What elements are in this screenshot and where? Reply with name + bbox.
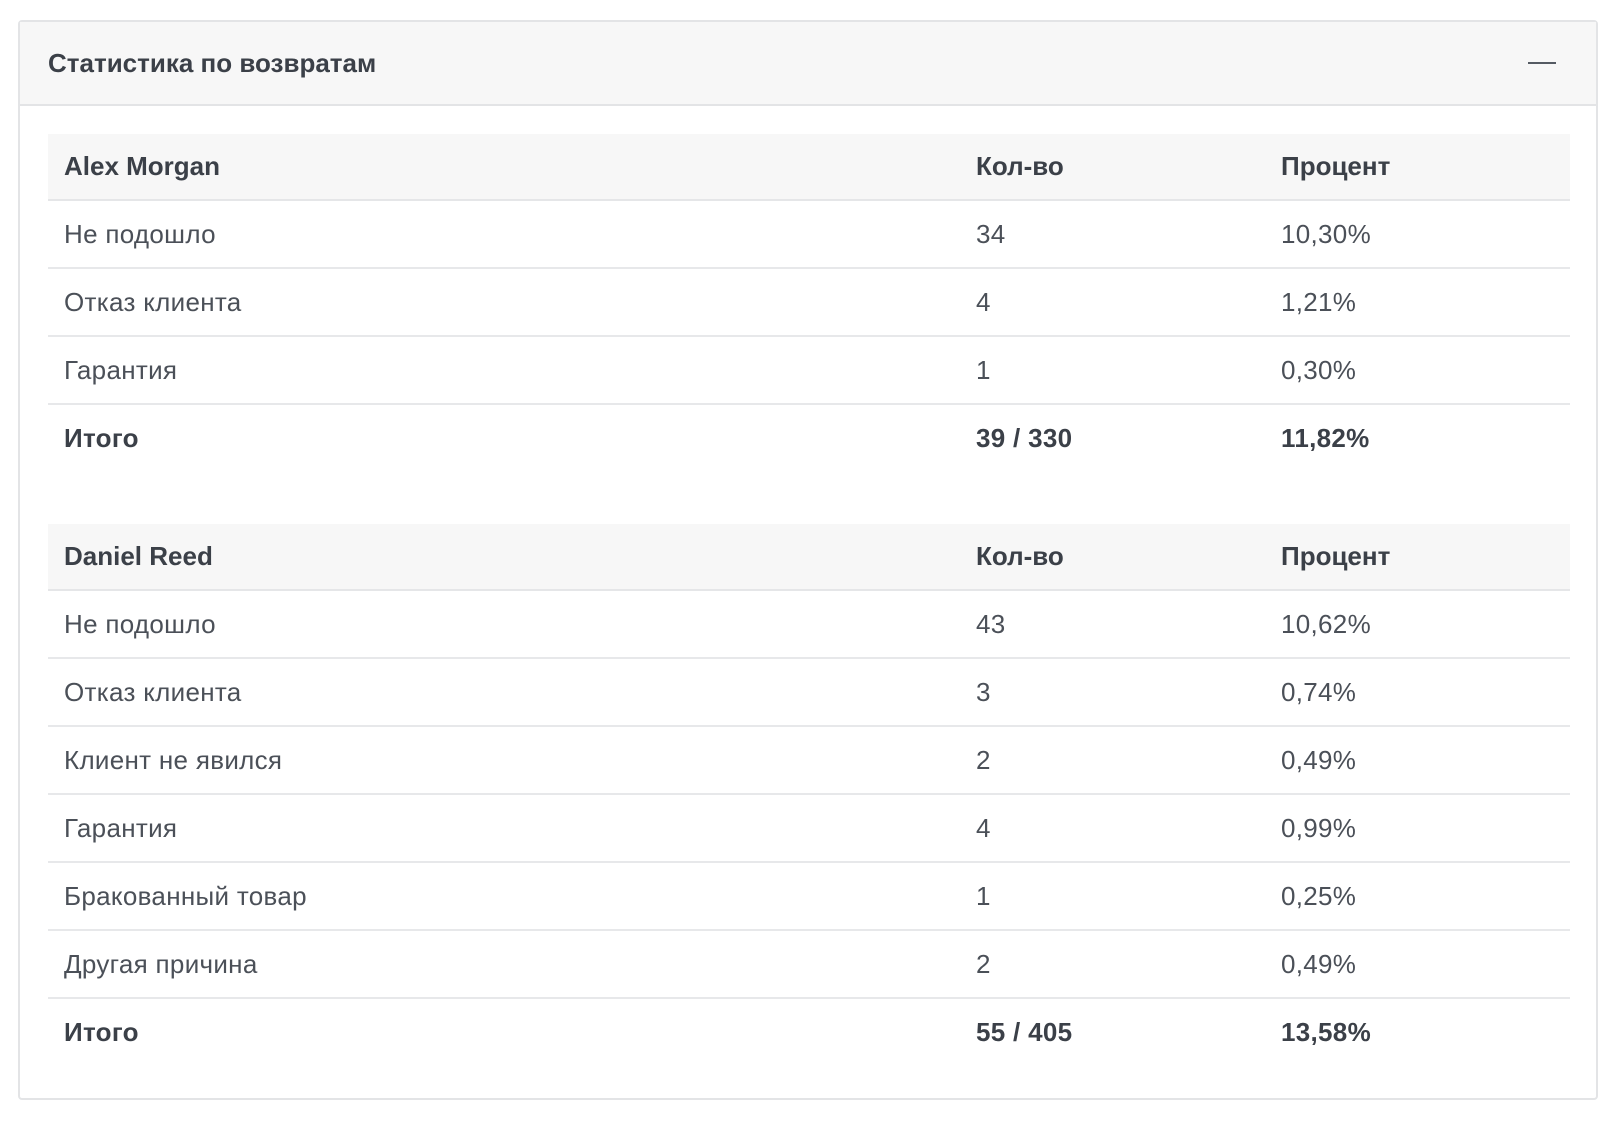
employee-name-header: Daniel Reed <box>48 524 960 591</box>
percent-column-header: Процент <box>1265 524 1570 591</box>
percent-cell: 10,30% <box>1265 200 1570 269</box>
qty-cell: 1 <box>960 862 1265 931</box>
table-row: Не подошло 43 10,62% <box>48 590 1570 659</box>
returns-stats-panel: Статистика по возвратам Alex Morgan Кол-… <box>18 20 1598 1100</box>
total-qty: 39 / 330 <box>976 423 1073 453</box>
reason-cell: Бракованный товар <box>48 862 960 931</box>
total-row: Итого 39 / 330 11,82% <box>48 404 1570 472</box>
qty-cell: 43 <box>960 590 1265 659</box>
qty-cell: 2 <box>960 726 1265 795</box>
total-percent: 13,58% <box>1281 1017 1371 1047</box>
minus-icon <box>1528 62 1556 64</box>
qty-cell: 3 <box>960 658 1265 727</box>
qty-column-header: Кол-во <box>960 134 1265 201</box>
table-row: Бракованный товар 1 0,25% <box>48 862 1570 931</box>
percent-cell: 1,21% <box>1265 268 1570 337</box>
qty-cell: 1 <box>960 336 1265 405</box>
panel-title: Статистика по возвратам <box>48 47 377 78</box>
reason-cell: Отказ клиента <box>48 658 960 727</box>
table-row: Гарантия 1 0,30% <box>48 336 1570 405</box>
qty-cell: 4 <box>960 268 1265 337</box>
qty-cell: 34 <box>960 200 1265 269</box>
employee-name-header: Alex Morgan <box>48 134 960 201</box>
percent-column-header: Процент <box>1265 134 1570 201</box>
table-row: Отказ клиента 4 1,21% <box>48 268 1570 337</box>
total-label: Итого <box>64 1017 139 1047</box>
percent-cell: 0,49% <box>1265 930 1570 999</box>
table-row: Не подошло 34 10,30% <box>48 200 1570 269</box>
qty-cell: 2 <box>960 930 1265 999</box>
panel-body: Alex Morgan Кол-во Процент Не подошло 34… <box>20 106 1596 1066</box>
percent-cell: 0,99% <box>1265 794 1570 863</box>
reason-cell: Клиент не явился <box>48 726 960 795</box>
collapse-button[interactable] <box>1516 43 1568 83</box>
reason-cell: Не подошло <box>48 590 960 659</box>
percent-cell: 10,62% <box>1265 590 1570 659</box>
table-header-row: Alex Morgan Кол-во Процент <box>48 134 1570 201</box>
qty-column-header: Кол-во <box>960 524 1265 591</box>
table-row: Другая причина 2 0,49% <box>48 930 1570 999</box>
stats-table-alex-morgan: Alex Morgan Кол-во Процент Не подошло 34… <box>48 134 1570 472</box>
reason-cell: Отказ клиента <box>48 268 960 337</box>
percent-cell: 0,74% <box>1265 658 1570 727</box>
total-qty: 55 / 405 <box>976 1017 1073 1047</box>
table-row: Гарантия 4 0,99% <box>48 794 1570 863</box>
percent-cell: 0,25% <box>1265 862 1570 931</box>
stats-table-daniel-reed: Daniel Reed Кол-во Процент Не подошло 43… <box>48 524 1570 1066</box>
reason-cell: Другая причина <box>48 930 960 999</box>
panel-header: Статистика по возвратам <box>20 22 1596 106</box>
qty-cell: 4 <box>960 794 1265 863</box>
table-header-row: Daniel Reed Кол-во Процент <box>48 524 1570 591</box>
reason-cell: Не подошло <box>48 200 960 269</box>
percent-cell: 0,49% <box>1265 726 1570 795</box>
reason-cell: Гарантия <box>48 794 960 863</box>
table-row: Отказ клиента 3 0,74% <box>48 658 1570 727</box>
total-label: Итого <box>64 423 139 453</box>
total-row: Итого 55 / 405 13,58% <box>48 998 1570 1066</box>
table-row: Клиент не явился 2 0,49% <box>48 726 1570 795</box>
total-percent: 11,82% <box>1281 423 1370 453</box>
reason-cell: Гарантия <box>48 336 960 405</box>
percent-cell: 0,30% <box>1265 336 1570 405</box>
